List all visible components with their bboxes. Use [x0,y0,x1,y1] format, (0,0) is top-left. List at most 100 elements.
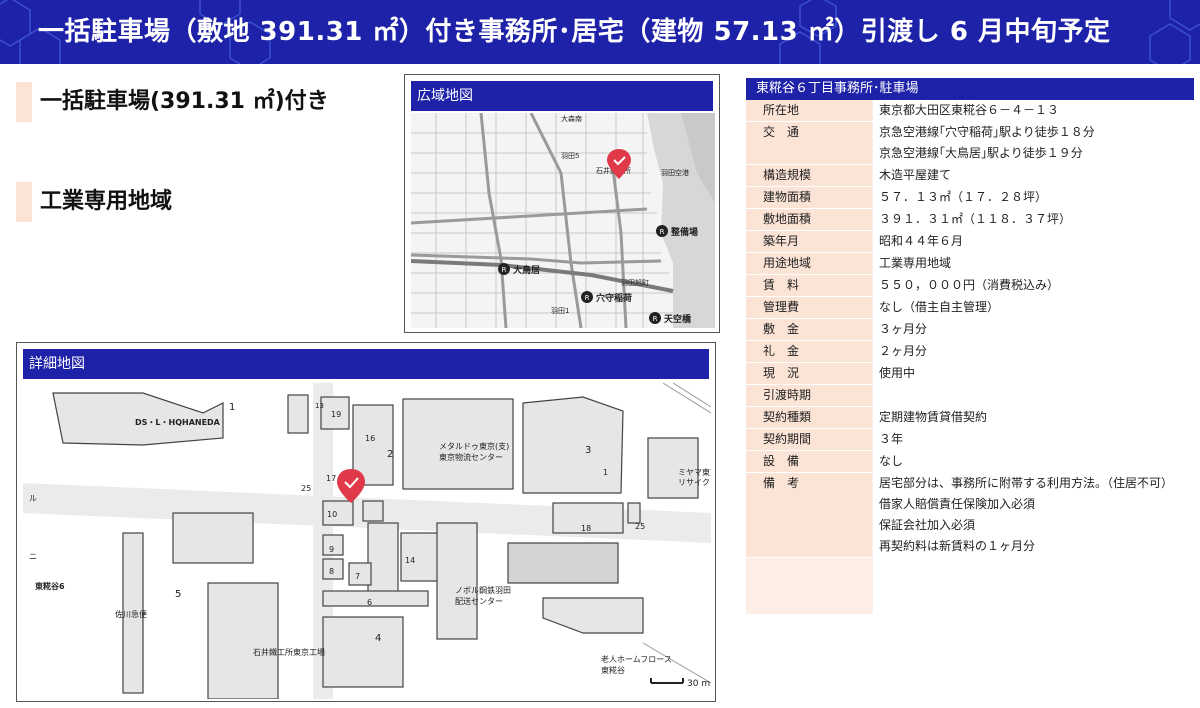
spec-value: ３９１．３１㎡（１１８．３７坪） [873,209,1194,230]
spec-value-line: 使用中 [879,366,916,380]
wide-map-title: 広域地図 [411,81,713,111]
spec-label: 現 況 [746,363,872,384]
block-number: 9 [329,545,334,554]
detail-map-panel: 詳細地図 DS・L・HQHANEDA メタルドゥ東京(支) 東京物流センター ミ… [16,342,716,702]
spec-value-line: ５７．１３㎡（１７．２８坪） [879,190,1048,204]
sagawa-label: 佐川急便 [115,609,147,619]
title-banner: 一括駐車場（敷地 391.31 ㎡）付き事務所･居宅（建物 57.13 ㎡）引渡… [0,0,1200,64]
spec-value-line: なし（借主自主管理） [879,300,1000,314]
spec-row: 敷 金 ３ヶ月分 [746,319,1194,341]
spec-row: 備 考居宅部分は、事務所に附帯する利用方法。（住居不可） 借家人賠償責任保険加入必… [746,473,1194,558]
roujin-label-2: 東糀谷 [601,665,625,675]
spec-row: 用途地域 工業専用地域 [746,253,1194,275]
spec-value-line: 東京都大田区東糀谷６－４－１３ [879,103,1060,117]
spec-value-line: 再契約料は新賃料の１ヶ月分 [879,539,1036,553]
svg-text:R: R [653,315,658,323]
block-number: 17 [326,474,336,483]
spec-label: 管理費 [746,297,872,318]
spec-value-line: なし [879,454,904,468]
spec-value [873,385,1194,406]
spec-value: なし [873,451,1194,472]
miyama-label: ミヤマ東京 [678,467,711,477]
edge-label: ニ [29,552,37,561]
spec-value-line: 借家人賠償責任保険加入必須 [879,497,1036,511]
spec-row: 礼 金 ２ヶ月分 [746,341,1194,363]
dsl-label: DS・L・HQHANEDA [135,418,221,427]
spec-value-line: ３９１．３１㎡（１１８．３７坪） [879,212,1072,226]
detail-map-title: 詳細地図 [23,349,709,379]
spec-value: 京急空港線｢穴守稲荷｣駅より徒歩１８分 京急空港線｢大鳥居｣駅より徒歩１９分 [873,122,1194,164]
station-anamori-label: 穴守稲荷 [596,292,632,304]
station-seibijo-label: 整備場 [670,226,698,238]
spec-row: 現 況使用中 [746,363,1194,385]
spec-value: ５５０，０００円（消費税込み） [873,275,1194,296]
spec-row: 敷地面積 ３９１．３１㎡（１１８．３７坪） [746,209,1194,231]
spec-label: 所在地 [746,100,872,121]
spec-row: 築年月 昭和４４年６月 [746,231,1194,253]
spec-label: 設 備 [746,451,872,472]
higashi-label: 東糀谷6 [35,581,65,591]
spec-row: 交 通京急空港線｢穴守稲荷｣駅より徒歩１８分 京急空港線｢大鳥居｣駅より徒歩１９分 [746,122,1194,165]
spec-value: 工業専用地域 [873,253,1194,274]
block-number: 6 [367,598,372,607]
block-number: 5 [175,589,181,600]
highlight-bar [16,182,32,222]
wide-map[interactable]: R 大鳥居 R 穴守稲荷 R 整備場 R 天空橋 羽田空港 石井鐵工所 大森南 … [411,113,715,328]
block-number: 14 [405,556,415,565]
spec-value-line [879,385,1194,406]
svg-text:R: R [660,228,665,236]
station-tenku-label: 天空橋 [664,313,692,325]
spec-label: 引渡時期 [746,385,872,406]
block-number: 1 [603,468,608,477]
spec-label: 築年月 [746,231,872,252]
spec-label: 賃 料 [746,275,872,296]
block-number: 8 [329,567,334,576]
spec-body: 所在地 東京都大田区東糀谷６－４－１３ 交 通京急空港線｢穴守稲荷｣駅より徒歩１８分… [746,100,1194,614]
block-number: 25 [635,522,645,531]
spec-label: 用途地域 [746,253,872,274]
spec-value-line: ３年 [879,432,904,446]
spec-row: 契約期間 ３年 [746,429,1194,451]
spec-row: 構造規模 木造平屋建て [746,165,1194,187]
spec-value: ３年 [873,429,1194,450]
spec-empty-space [873,558,1194,614]
spec-value-line: 木造平屋建て [879,168,952,182]
metal-label-2: 東京物流センター [439,452,503,462]
detail-map[interactable]: DS・L・HQHANEDA メタルドゥ東京(支) 東京物流センター ミヤマ東京 … [23,383,711,699]
block-number: 1 [229,402,235,413]
spec-label: 交 通 [746,122,872,164]
haneda5-label: 羽田5 [561,152,579,160]
spec-row: 設 備なし [746,451,1194,473]
spec-row: 管理費 なし（借主自主管理） [746,297,1194,319]
ishii-kojo-label: 石井鐵工所東京工場 [253,647,325,657]
spec-value: 東京都大田区東糀谷６－４－１３ [873,100,1194,121]
block-number: 7 [355,572,360,581]
spec-value: 定期建物賃貸借契約 [873,407,1194,428]
block-number: 3 [585,445,591,456]
haneda-airport-label: 羽田空港 [661,168,689,177]
spec-value-line: ３ヶ月分 [879,322,928,336]
nobori-label: ノボル鋼鉄羽田 [455,585,511,595]
spec-value: ５７．１３㎡（１７．２８坪） [873,187,1194,208]
block-number: 4 [375,633,381,644]
spec-value: なし（借主自主管理） [873,297,1194,318]
svg-text:R: R [585,294,590,302]
spec-row: 契約種類 定期建物賃貸借契約 [746,407,1194,429]
edge-label: ル [29,494,37,503]
spec-value-line: 保証会社加入必須 [879,518,976,532]
spec-row: 引渡時期 [746,385,1194,407]
spec-value-line: 定期建物賃貸借契約 [879,410,988,424]
spec-value: 使用中 [873,363,1194,384]
spec-row: 所在地 東京都大田区東糀谷６－４－１３ [746,100,1194,122]
roujin-label: 老人ホームフロース [601,654,672,664]
spec-value-line: 京急空港線｢大鳥居｣駅より徒歩１９分 [879,146,1083,160]
page-title: 一括駐車場（敷地 391.31 ㎡）付き事務所･居宅（建物 57.13 ㎡）引渡… [38,17,1111,47]
omori-label: 大森南 [561,114,582,123]
spec-label: 備 考 [746,473,872,557]
highlight-bar [16,82,32,122]
spec-label: 契約期間 [746,429,872,450]
haneda1-label: 羽田1 [551,307,569,315]
spec-value-line: 昭和４４年６月 [879,234,964,248]
spec-row: 建物面積 ５７．１３㎡（１７．２８坪） [746,187,1194,209]
block-number: 10 [327,510,337,519]
